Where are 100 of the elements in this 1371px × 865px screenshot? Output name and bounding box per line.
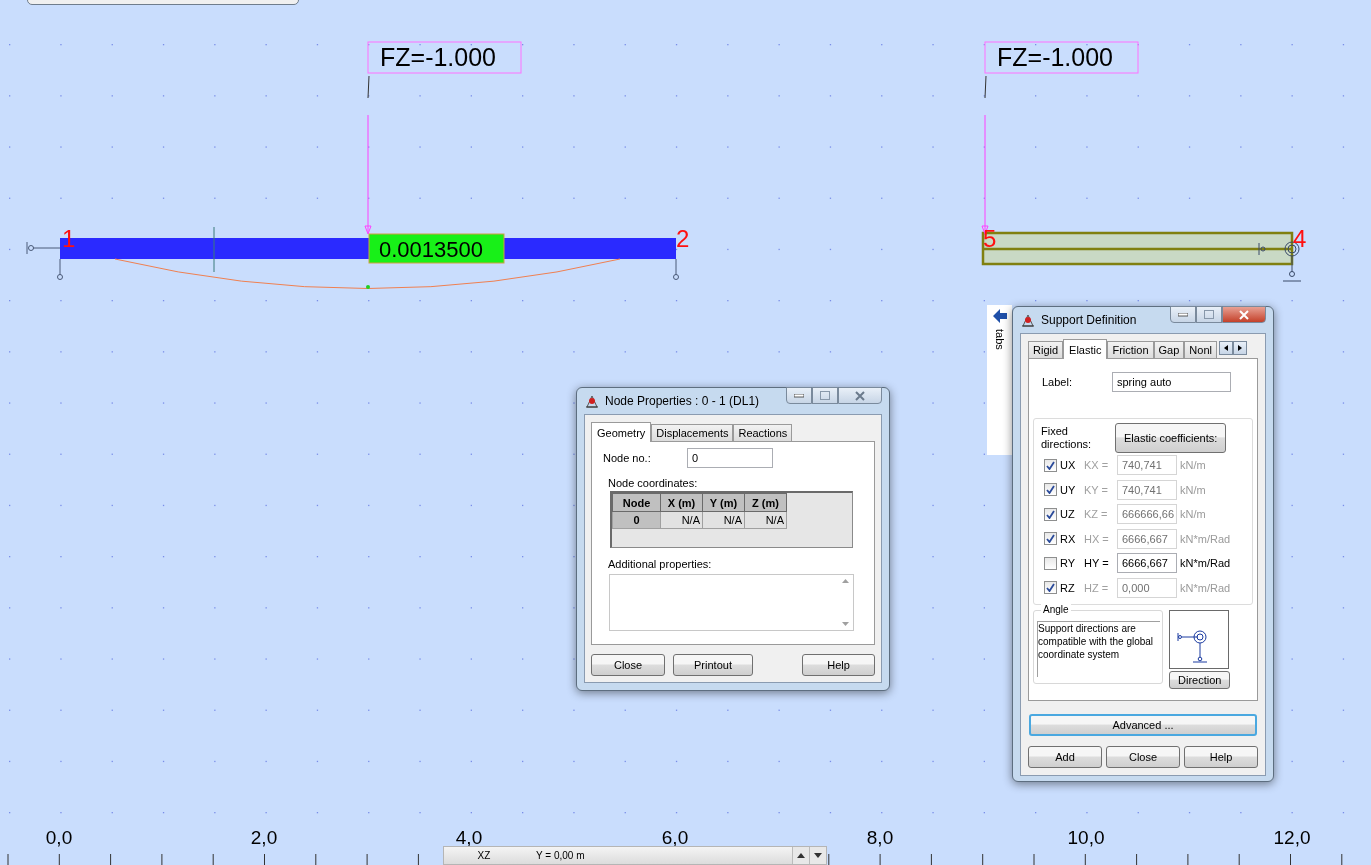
axis-label: 6,0 <box>661 827 689 848</box>
pin-support-drawing <box>26 241 63 280</box>
maximize-button[interactable] <box>1196 306 1222 323</box>
caret-down-icon <box>814 853 822 858</box>
direction-label: UX <box>1060 459 1077 472</box>
node-number: 2 <box>676 225 690 252</box>
coefficient-label: HY = <box>1084 557 1110 570</box>
checkbox[interactable] <box>1044 483 1057 497</box>
side-panel-tab[interactable]: tabs <box>987 305 1012 455</box>
beam[interactable] <box>981 231 1294 266</box>
dialog-button[interactable]: Close <box>1106 746 1180 768</box>
column-header[interactable]: Y (m) <box>702 493 745 512</box>
app-icon <box>584 393 600 409</box>
axis-label: 0,0 <box>45 827 73 848</box>
unit-label: kN/m <box>1180 508 1206 521</box>
dialog-button[interactable]: Help <box>1184 746 1258 768</box>
view-plane: XZ <box>476 850 492 861</box>
coefficient-label: HZ = <box>1084 581 1110 594</box>
caret-right-icon <box>1237 345 1242 351</box>
input-field[interactable]: 6666,667 <box>1117 553 1177 574</box>
node-number: 4 <box>1293 225 1307 252</box>
input-field[interactable]: 740,741 <box>1117 455 1177 476</box>
coefficient-label: KX = <box>1084 459 1110 472</box>
tab[interactable]: Reactions <box>733 424 793 441</box>
node-point <box>366 285 370 289</box>
minimize-button[interactable] <box>1170 306 1196 323</box>
tab[interactable]: Friction <box>1107 341 1154 358</box>
result-value: 0.0013500 <box>368 233 505 264</box>
unit-label: kN/m <box>1180 459 1206 472</box>
input-field[interactable]: 0,000 <box>1117 577 1177 598</box>
field-label: Node no.: <box>603 452 652 464</box>
unit-label: kN*m/Rad <box>1180 557 1231 570</box>
close-icon <box>854 390 866 401</box>
tab[interactable]: Displacements <box>651 424 734 441</box>
column-header[interactable]: Z (m) <box>744 493 787 512</box>
direction-label: RY <box>1060 557 1077 570</box>
axis-label: 12,0 <box>1273 827 1311 848</box>
checkbox[interactable] <box>1044 458 1057 472</box>
checkbox[interactable] <box>1044 581 1057 595</box>
field-label: Label: <box>1042 376 1073 388</box>
tab[interactable]: Rigid <box>1028 341 1064 358</box>
window-title: Support Definition <box>1041 313 1138 327</box>
close-icon <box>1238 309 1250 320</box>
advanced-button[interactable]: Advanced ... <box>1029 714 1257 736</box>
window-title: Node Properties : 0 - 1 (DL1) <box>605 394 761 408</box>
arrow-left-icon <box>992 309 1007 323</box>
tab[interactable]: Elastic <box>1063 339 1108 359</box>
dialog-button[interactable]: Add <box>1028 746 1102 768</box>
load-label: FZ=-1.000 <box>984 41 1139 74</box>
group-label: Fixed directions: <box>1041 425 1093 451</box>
roller-support-drawing <box>673 258 679 280</box>
dialog-button[interactable]: Printout <box>673 654 753 676</box>
direction-label: UZ <box>1060 508 1076 521</box>
column-header[interactable]: X (m) <box>660 493 703 512</box>
maximize-button[interactable] <box>812 387 838 404</box>
leader-line <box>984 75 987 99</box>
caret-left-icon <box>1223 345 1228 351</box>
coordinate-readout: Y = 0,00 m <box>535 850 586 861</box>
axis-label: 4,0 <box>455 827 483 848</box>
direction-label: RX <box>1060 532 1077 545</box>
input-field[interactable]: 0 <box>687 448 773 468</box>
spin-up-button[interactable] <box>792 847 809 864</box>
spring-support-icon <box>1169 610 1229 669</box>
scroll-down-icon[interactable] <box>841 622 849 626</box>
input-field[interactable]: spring auto <box>1112 372 1231 392</box>
checkbox[interactable] <box>1044 507 1057 521</box>
caret-up-icon <box>797 853 805 858</box>
input-field[interactable]: 666666,66 <box>1117 504 1177 525</box>
tab[interactable]: Nonl <box>1184 341 1217 358</box>
minimize-button[interactable] <box>786 387 812 404</box>
scroll-left-button[interactable] <box>1218 341 1233 355</box>
angle-description: Support directions are compatible with the global coordinate system <box>1037 621 1160 677</box>
tab[interactable]: Gap <box>1153 341 1185 358</box>
close-button[interactable] <box>838 387 882 404</box>
load-label: FZ=-1.000 <box>367 41 522 74</box>
direction-label: RZ <box>1060 581 1076 594</box>
tick-mark <box>213 226 215 273</box>
checkbox[interactable] <box>1044 532 1057 546</box>
axis-label: 10,0 <box>1067 827 1105 848</box>
spin-down-button[interactable] <box>809 847 826 864</box>
scroll-up-icon[interactable] <box>841 579 849 583</box>
coefficient-label: KY = <box>1084 483 1109 496</box>
tab[interactable]: Geometry <box>591 422 652 442</box>
section-label: Additional properties: <box>608 558 713 570</box>
column-header[interactable]: Node <box>612 493 661 512</box>
checkbox[interactable] <box>1044 556 1057 570</box>
elastic-coefficients-button[interactable]: Elastic coefficients: <box>1115 423 1227 453</box>
coefficient-label: KZ = <box>1084 508 1109 521</box>
axis-label: 2,0 <box>250 827 278 848</box>
close-button[interactable] <box>1222 306 1266 323</box>
input-field[interactable]: 740,741 <box>1117 479 1177 500</box>
unit-label: kN/m <box>1180 483 1206 496</box>
app-icon <box>1020 312 1036 328</box>
coefficient-label: HX = <box>1084 532 1110 545</box>
input-field[interactable]: 6666,667 <box>1117 528 1177 549</box>
dialog-button[interactable]: Help <box>802 654 875 676</box>
unit-label: kN*m/Rad <box>1180 532 1231 545</box>
leader-line <box>367 75 370 99</box>
direction-button[interactable]: Direction <box>1169 671 1231 689</box>
dialog-button[interactable]: Close <box>591 654 665 676</box>
